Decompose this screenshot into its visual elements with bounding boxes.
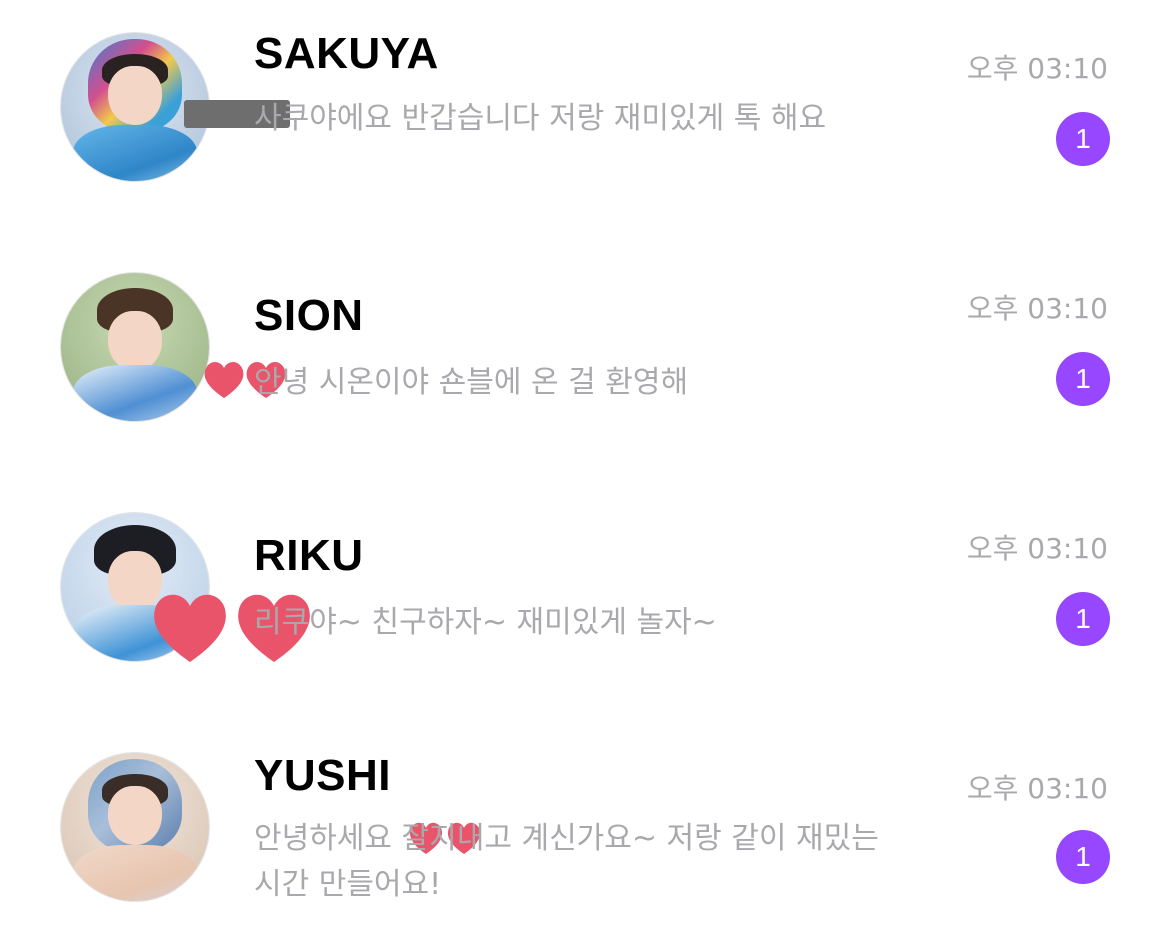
avatar-face [108,785,162,845]
avatar[interactable] [60,752,210,902]
message-preview: 안녕하세요 잘지내고 계신가요~ 저랑 같이 재밌는 시간 만들어요! [254,821,879,902]
avatar-face [108,65,162,125]
chat-row-sakuya[interactable]: SAKUYA 사쿠야에요 반갑습니다 저랑 재미있게 톡 해요 오후 03:10… [0,0,1170,200]
avatar-shirt [72,364,198,421]
chat-row-riku[interactable]: RIKU 리쿠야~ 친구하자~ 재미있게 놀자~ 오후 03:10 1 [0,480,1170,680]
contact-name: RIKU [254,531,364,580]
avatar-shirt [72,844,198,901]
chat-row-sion[interactable]: SION 안녕 시온이야 숀블에 온 걸 환영해 오후 03:10 1 [0,240,1170,440]
unread-badge: 1 [1056,112,1110,166]
contact-name: SION [254,291,364,340]
avatar[interactable] [60,272,210,422]
message-time: 오후 03:10 [966,532,1108,565]
avatar-face [108,311,162,371]
avatar-shirt [72,124,198,181]
message-preview: 안녕 시온이야 숀블에 온 걸 환영해 [254,365,689,400]
message-time: 오후 03:10 [966,52,1108,85]
contact-name: SAKUYA [254,29,439,78]
unread-badge: 1 [1056,592,1110,646]
contact-name: YUSHI [254,751,391,800]
unread-badge: 1 [1056,352,1110,406]
message-time: 오후 03:10 [966,292,1108,325]
chat-row-yushi[interactable]: YUSHI 안녕하세요 잘지내고 계신가요~ 저랑 같이 재밌는 시간 만들어요… [0,720,1170,920]
message-time: 오후 03:10 [966,772,1108,805]
chat-list: SAKUYA 사쿠야에요 반갑습니다 저랑 재미있게 톡 해요 오후 03:10… [0,0,1170,950]
message-preview: 리쿠야~ 친구하자~ 재미있게 놀자~ [254,605,717,640]
unread-badge: 1 [1056,830,1110,884]
message-preview: 사쿠야에요 반갑습니다 저랑 재미있게 톡 해요 [254,101,827,136]
